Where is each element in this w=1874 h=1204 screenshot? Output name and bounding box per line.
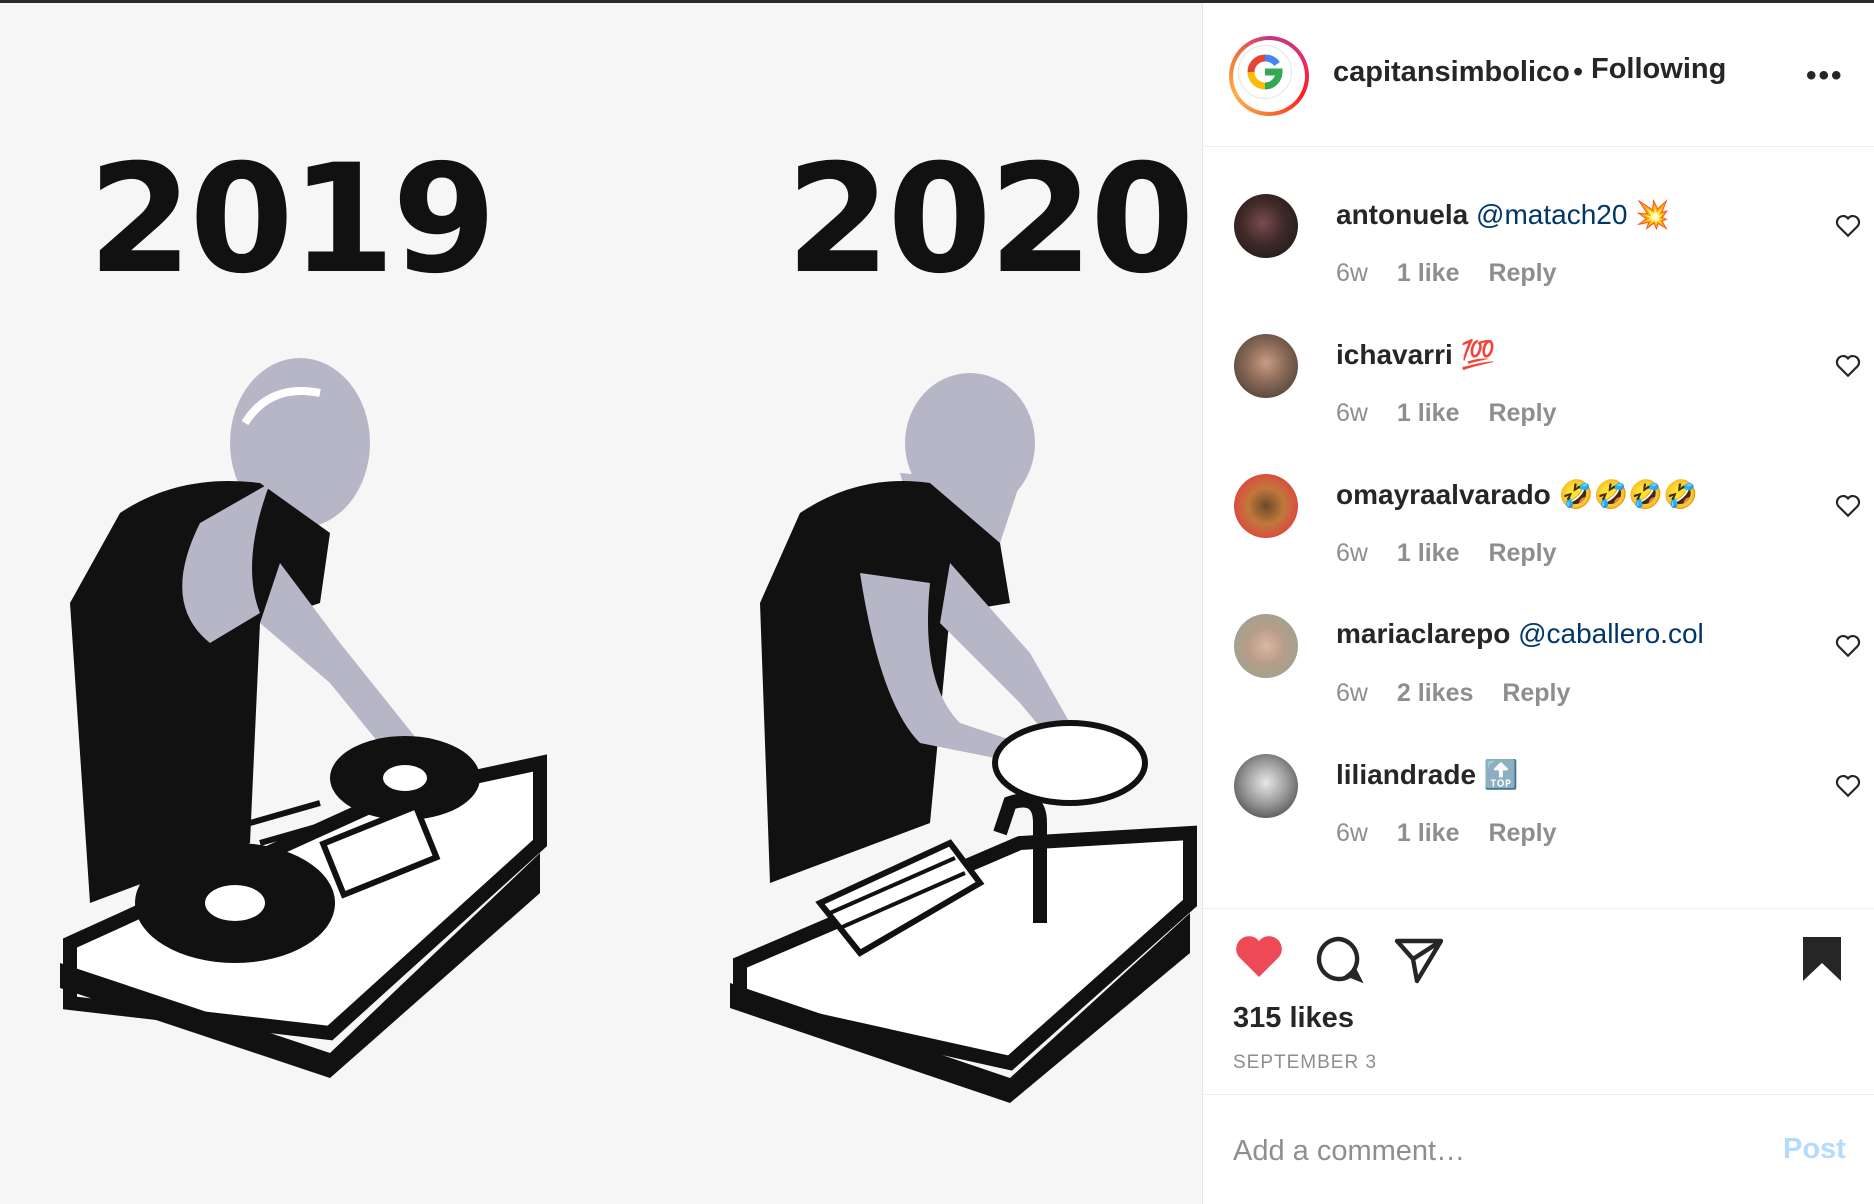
comment-input[interactable]	[1233, 1131, 1753, 1171]
comment-item: mariaclarepo @caballero.col 6w 2 likes R…	[1203, 568, 1874, 708]
comment-emoji: 🤣🤣🤣🤣	[1558, 479, 1699, 510]
comment-item: liliandrade 🔝 6w 1 like Reply	[1203, 708, 1874, 848]
comment-username[interactable]: liliandrade	[1336, 759, 1476, 790]
comment-likes[interactable]: 1 like	[1397, 819, 1460, 847]
comment-username[interactable]: omayraalvarado	[1336, 479, 1551, 510]
comment-time[interactable]: 6w	[1336, 679, 1368, 707]
comment-mention[interactable]: @caballero.col	[1518, 618, 1704, 649]
post-comment-button[interactable]: Post	[1783, 1133, 1846, 1166]
post-modal: 2019 2020 capitansimbolico • Following •…	[0, 3, 1874, 1204]
share-send-icon[interactable]	[1393, 933, 1445, 985]
comment-like-heart-icon[interactable]	[1835, 774, 1861, 798]
following-button[interactable]: Following	[1591, 53, 1726, 86]
comment-mention[interactable]: @matach20	[1476, 199, 1627, 230]
comment-likes[interactable]: 1 like	[1397, 399, 1460, 427]
post-side-panel: capitansimbolico • Following ••• antonue…	[1203, 3, 1874, 1204]
like-heart-icon[interactable]	[1233, 933, 1285, 981]
owner-username[interactable]: capitansimbolico	[1333, 56, 1570, 89]
comment-time[interactable]: 6w	[1336, 399, 1368, 427]
likes-count[interactable]: 315 likes	[1233, 1002, 1354, 1035]
add-comment-bar: Post	[1203, 1094, 1874, 1204]
comment-reply-button[interactable]: Reply	[1488, 819, 1556, 847]
post-header: capitansimbolico • Following •••	[1203, 3, 1874, 147]
comment-username[interactable]: mariaclarepo	[1336, 618, 1510, 649]
comment-emoji: 💥	[1635, 199, 1671, 230]
comment-item: ichavarri 💯 6w 1 like Reply	[1203, 288, 1874, 428]
comment-time[interactable]: 6w	[1336, 259, 1368, 287]
post-actions: 315 likes SEPTEMBER 3	[1203, 908, 1874, 1094]
commenter-avatar[interactable]	[1234, 334, 1298, 398]
more-options-icon[interactable]: •••	[1806, 59, 1844, 93]
comment-like-heart-icon[interactable]	[1835, 634, 1861, 658]
google-logo-icon	[1238, 45, 1292, 99]
comment-time[interactable]: 6w	[1336, 539, 1368, 567]
header-separator: •	[1573, 56, 1584, 88]
comment-emoji: 💯	[1460, 339, 1496, 370]
comment-emoji: 🔝	[1483, 759, 1519, 790]
comment-likes[interactable]: 1 like	[1397, 259, 1460, 287]
comment-likes[interactable]: 2 likes	[1397, 679, 1473, 707]
bookmark-save-icon[interactable]	[1799, 933, 1845, 985]
comment-username[interactable]: antonuela	[1336, 199, 1468, 230]
comment-item: antonuela @matach20 💥 6w 1 like Reply	[1203, 148, 1874, 288]
comment-item: omayraalvarado 🤣🤣🤣🤣 6w 1 like Reply	[1203, 428, 1874, 568]
comment-username[interactable]: ichavarri	[1336, 339, 1453, 370]
comment-reply-button[interactable]: Reply	[1488, 399, 1556, 427]
comment-icon[interactable]	[1313, 933, 1365, 985]
comments-list: antonuela @matach20 💥 6w 1 like Reply ic…	[1203, 148, 1874, 908]
comment-like-heart-icon[interactable]	[1835, 214, 1861, 238]
comment-reply-button[interactable]: Reply	[1488, 539, 1556, 567]
owner-avatar[interactable]	[1229, 36, 1309, 116]
commenter-avatar[interactable]	[1234, 754, 1298, 818]
commenter-avatar[interactable]	[1234, 614, 1298, 678]
comment-like-heart-icon[interactable]	[1835, 494, 1861, 518]
comment-reply-button[interactable]: Reply	[1488, 259, 1556, 287]
post-date: SEPTEMBER 3	[1233, 1052, 1378, 1073]
commenter-avatar[interactable]	[1234, 474, 1298, 538]
comment-likes[interactable]: 1 like	[1397, 539, 1460, 567]
post-media[interactable]: 2019 2020	[0, 3, 1203, 1204]
comment-time[interactable]: 6w	[1336, 819, 1368, 847]
year-label-left: 2019	[88, 133, 496, 307]
commenter-avatar[interactable]	[1234, 194, 1298, 258]
year-label-right: 2020	[786, 133, 1194, 307]
comment-like-heart-icon[interactable]	[1835, 354, 1861, 378]
comment-reply-button[interactable]: Reply	[1502, 679, 1570, 707]
